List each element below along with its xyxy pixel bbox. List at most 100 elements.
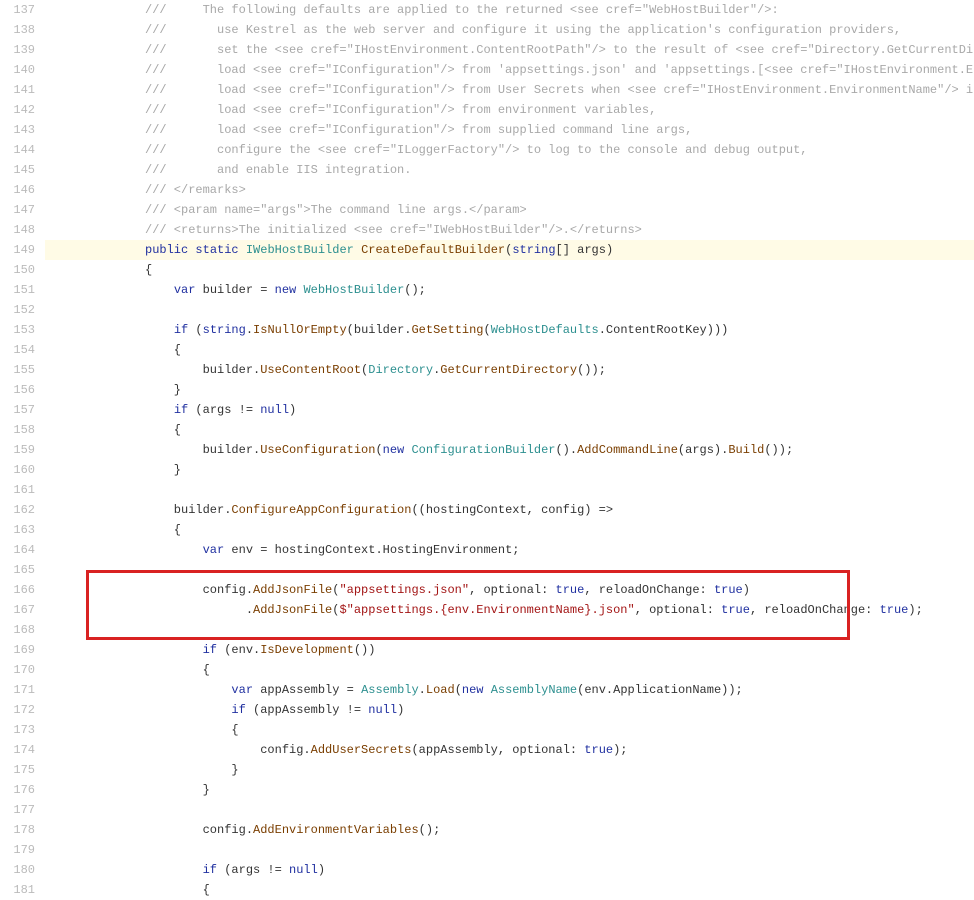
token: } — [145, 463, 181, 477]
token: ) — [318, 863, 325, 877]
line-number: 145 — [0, 160, 35, 180]
token: [] args) — [556, 243, 614, 257]
token: (args != — [188, 403, 260, 417]
token: (args). — [678, 443, 728, 457]
line-number: 176 — [0, 780, 35, 800]
code-line: /// and enable IIS integration. — [45, 160, 974, 180]
line-number: 148 — [0, 220, 35, 240]
code-line: var env = hostingContext.HostingEnvironm… — [45, 540, 974, 560]
code-line: builder.UseContentRoot(Directory.GetCurr… — [45, 360, 974, 380]
token: ) — [289, 403, 296, 417]
token — [354, 243, 361, 257]
token: Assembly — [361, 683, 419, 697]
code-line: } — [45, 780, 974, 800]
token: if — [203, 863, 217, 877]
token: .ContentRootKey))) — [599, 323, 729, 337]
token — [145, 283, 174, 297]
code-line — [45, 800, 974, 820]
token: ( — [188, 323, 202, 337]
code-line: config.AddUserSecrets(appAssembly, optio… — [45, 740, 974, 760]
token — [239, 243, 246, 257]
token: ((hostingContext, config) => — [411, 503, 613, 517]
token: /// The following defaults are applied t… — [145, 3, 779, 17]
line-number: 144 — [0, 140, 35, 160]
token: ConfigurationBuilder — [411, 443, 555, 457]
code-line: builder.ConfigureAppConfiguration((hosti… — [45, 500, 974, 520]
line-number: 173 — [0, 720, 35, 740]
token: (appAssembly != — [246, 703, 368, 717]
token: /// <returns>The initialized <see cref="… — [145, 223, 642, 237]
code-line: if (appAssembly != null) — [45, 700, 974, 720]
token: /// load <see cref="IConfiguration"/> fr… — [145, 83, 974, 97]
token: /// <param name="args">The command line … — [145, 203, 527, 217]
line-number: 172 — [0, 700, 35, 720]
token — [145, 643, 203, 657]
token: new — [462, 683, 484, 697]
code-line: /// set the <see cref="IHostEnvironment.… — [45, 40, 974, 60]
token: builder. — [145, 503, 231, 517]
token: ()); — [577, 363, 606, 377]
token: new — [275, 283, 297, 297]
code-line: { — [45, 520, 974, 540]
token: var — [203, 543, 225, 557]
token: ()) — [354, 643, 376, 657]
token: static — [195, 243, 238, 257]
token: , optional: — [469, 583, 555, 597]
token: (); — [419, 823, 441, 837]
line-number: 161 — [0, 480, 35, 500]
line-number: 180 — [0, 860, 35, 880]
line-number: 175 — [0, 760, 35, 780]
code-line: /// use Kestrel as the web server and co… — [45, 20, 974, 40]
code-line: .AddJsonFile($"appsettings.{env.Environm… — [45, 600, 974, 620]
line-number: 156 — [0, 380, 35, 400]
line-number: 147 — [0, 200, 35, 220]
code-line: } — [45, 380, 974, 400]
token: { — [145, 423, 181, 437]
line-number: 166 — [0, 580, 35, 600]
token: , optional: — [635, 603, 721, 617]
token: { — [145, 343, 181, 357]
token: ( — [484, 323, 491, 337]
token: (appAssembly, optional: — [411, 743, 584, 757]
line-number-gutter: 1371381391401411421431441451461471481491… — [0, 0, 45, 900]
line-number: 163 — [0, 520, 35, 540]
token: } — [145, 783, 210, 797]
token: ( — [375, 443, 382, 457]
token: var — [231, 683, 253, 697]
token: Directory — [368, 363, 433, 377]
code-line: /// </remarks> — [45, 180, 974, 200]
token: true — [714, 583, 743, 597]
token: public — [145, 243, 188, 257]
line-number: 140 — [0, 60, 35, 80]
token: IsDevelopment — [260, 643, 354, 657]
code-line: builder.UseConfiguration(new Configurati… — [45, 440, 974, 460]
token — [484, 683, 491, 697]
line-number: 153 — [0, 320, 35, 340]
token: builder. — [145, 363, 260, 377]
code-area[interactable]: /// The following defaults are applied t… — [45, 0, 974, 900]
token: { — [145, 883, 210, 897]
token: /// load <see cref="IConfiguration"/> fr… — [145, 123, 692, 137]
token: ) — [397, 703, 404, 717]
token: ) — [743, 583, 750, 597]
line-number: 141 — [0, 80, 35, 100]
token: null — [368, 703, 397, 717]
code-line: if (string.IsNullOrEmpty(builder.GetSett… — [45, 320, 974, 340]
token: UseConfiguration — [260, 443, 375, 457]
line-number: 165 — [0, 560, 35, 580]
token: new — [383, 443, 405, 457]
line-number: 151 — [0, 280, 35, 300]
code-line: { — [45, 420, 974, 440]
token: UseContentRoot — [260, 363, 361, 377]
line-number: 159 — [0, 440, 35, 460]
token: AssemblyName — [491, 683, 577, 697]
code-line: /// <returns>The initialized <see cref="… — [45, 220, 974, 240]
token: AddJsonFile — [253, 603, 332, 617]
code-line: /// load <see cref="IConfiguration"/> fr… — [45, 80, 974, 100]
token: env = hostingContext.HostingEnvironment; — [224, 543, 519, 557]
line-number: 155 — [0, 360, 35, 380]
token: } — [145, 763, 239, 777]
token: (builder. — [347, 323, 412, 337]
token: ( — [455, 683, 462, 697]
code-line: public static IWebHostBuilder CreateDefa… — [45, 240, 974, 260]
